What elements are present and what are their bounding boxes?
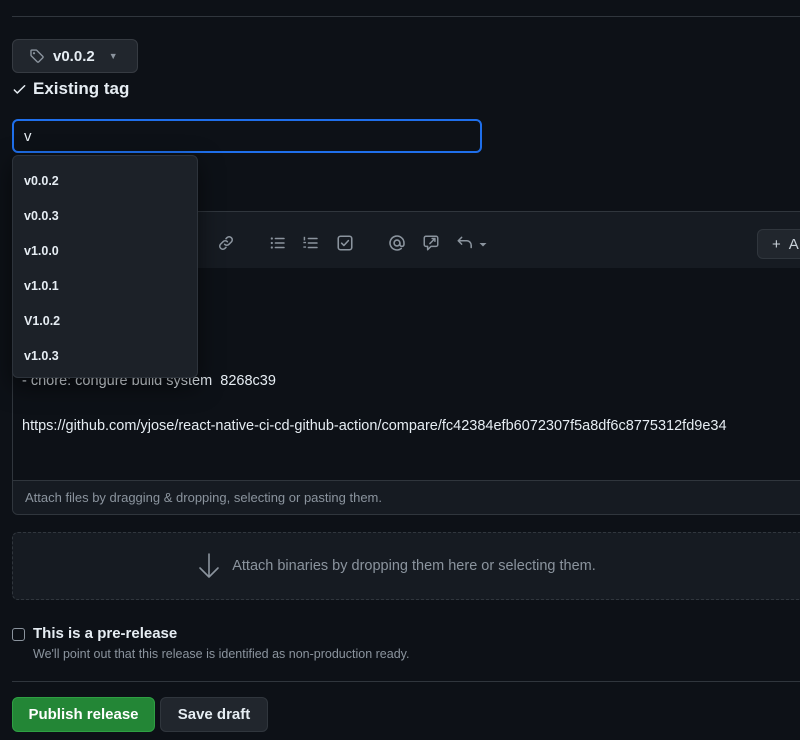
existing-tag-status: Existing tag xyxy=(12,79,129,99)
plus-icon: + xyxy=(772,235,781,253)
arrow-down-icon xyxy=(199,553,220,578)
release-form: v0.0.2 ▼ Existing tag v + A - chore: con… xyxy=(0,0,800,740)
check-icon xyxy=(13,84,26,94)
bottom-divider xyxy=(12,681,800,682)
ordered-list-icon[interactable] xyxy=(302,234,320,257)
prerelease-option: This is a pre-release We'll point out th… xyxy=(12,625,409,661)
dropdown-item[interactable]: v0.0.2 xyxy=(13,163,197,198)
dropdown-item[interactable]: v1.0.1 xyxy=(13,268,197,303)
notes-line xyxy=(22,393,800,416)
attach-binaries-hint: Attach binaries by dropping them here or… xyxy=(232,558,596,574)
tag-suggestions-dropdown: v0.0.2 v0.0.3 v1.0.0 v1.0.1 V1.0.2 v1.0.… xyxy=(12,155,198,378)
chevron-down-icon[interactable] xyxy=(478,237,488,255)
attach-files-hint: Attach files by dragging & dropping, sel… xyxy=(25,490,382,505)
unordered-list-icon[interactable] xyxy=(269,234,287,257)
tag-search-input[interactable] xyxy=(12,119,482,153)
undo-icon[interactable] xyxy=(456,234,474,257)
publish-release-button[interactable]: Publish release xyxy=(12,697,155,732)
add-button-label: A xyxy=(788,235,799,253)
prerelease-checkbox[interactable] xyxy=(12,628,25,641)
task-list-icon[interactable] xyxy=(336,234,354,257)
dropdown-item[interactable]: v0.0.3 xyxy=(13,198,197,233)
attach-binaries-dropzone[interactable]: Attach binaries by dropping them here or… xyxy=(12,532,800,600)
save-draft-button[interactable]: Save draft xyxy=(160,697,268,732)
mention-icon[interactable] xyxy=(388,234,406,257)
notes-line: https://github.com/yjose/react-native-ci… xyxy=(22,418,727,434)
top-divider xyxy=(12,16,800,17)
chevron-down-icon: ▼ xyxy=(108,51,118,61)
link-icon[interactable] xyxy=(217,234,235,257)
prerelease-description: We'll point out that this release is ide… xyxy=(33,647,410,661)
prerelease-title: This is a pre-release xyxy=(33,625,178,642)
dropdown-item[interactable]: V1.0.2 xyxy=(13,303,197,338)
existing-tag-label: Existing tag xyxy=(33,79,130,98)
dropdown-item[interactable]: v1.0.3 xyxy=(13,338,197,373)
tag-icon xyxy=(30,49,44,63)
dropdown-item[interactable]: v1.0.0 xyxy=(13,233,197,268)
add-button[interactable]: + A xyxy=(757,229,800,259)
tag-select-button[interactable]: v0.0.2 ▼ xyxy=(12,39,138,73)
current-tag-label: v0.0.2 xyxy=(53,47,95,65)
attach-files-footer[interactable]: Attach files by dragging & dropping, sel… xyxy=(13,480,800,514)
cross-reference-icon[interactable] xyxy=(422,234,440,257)
